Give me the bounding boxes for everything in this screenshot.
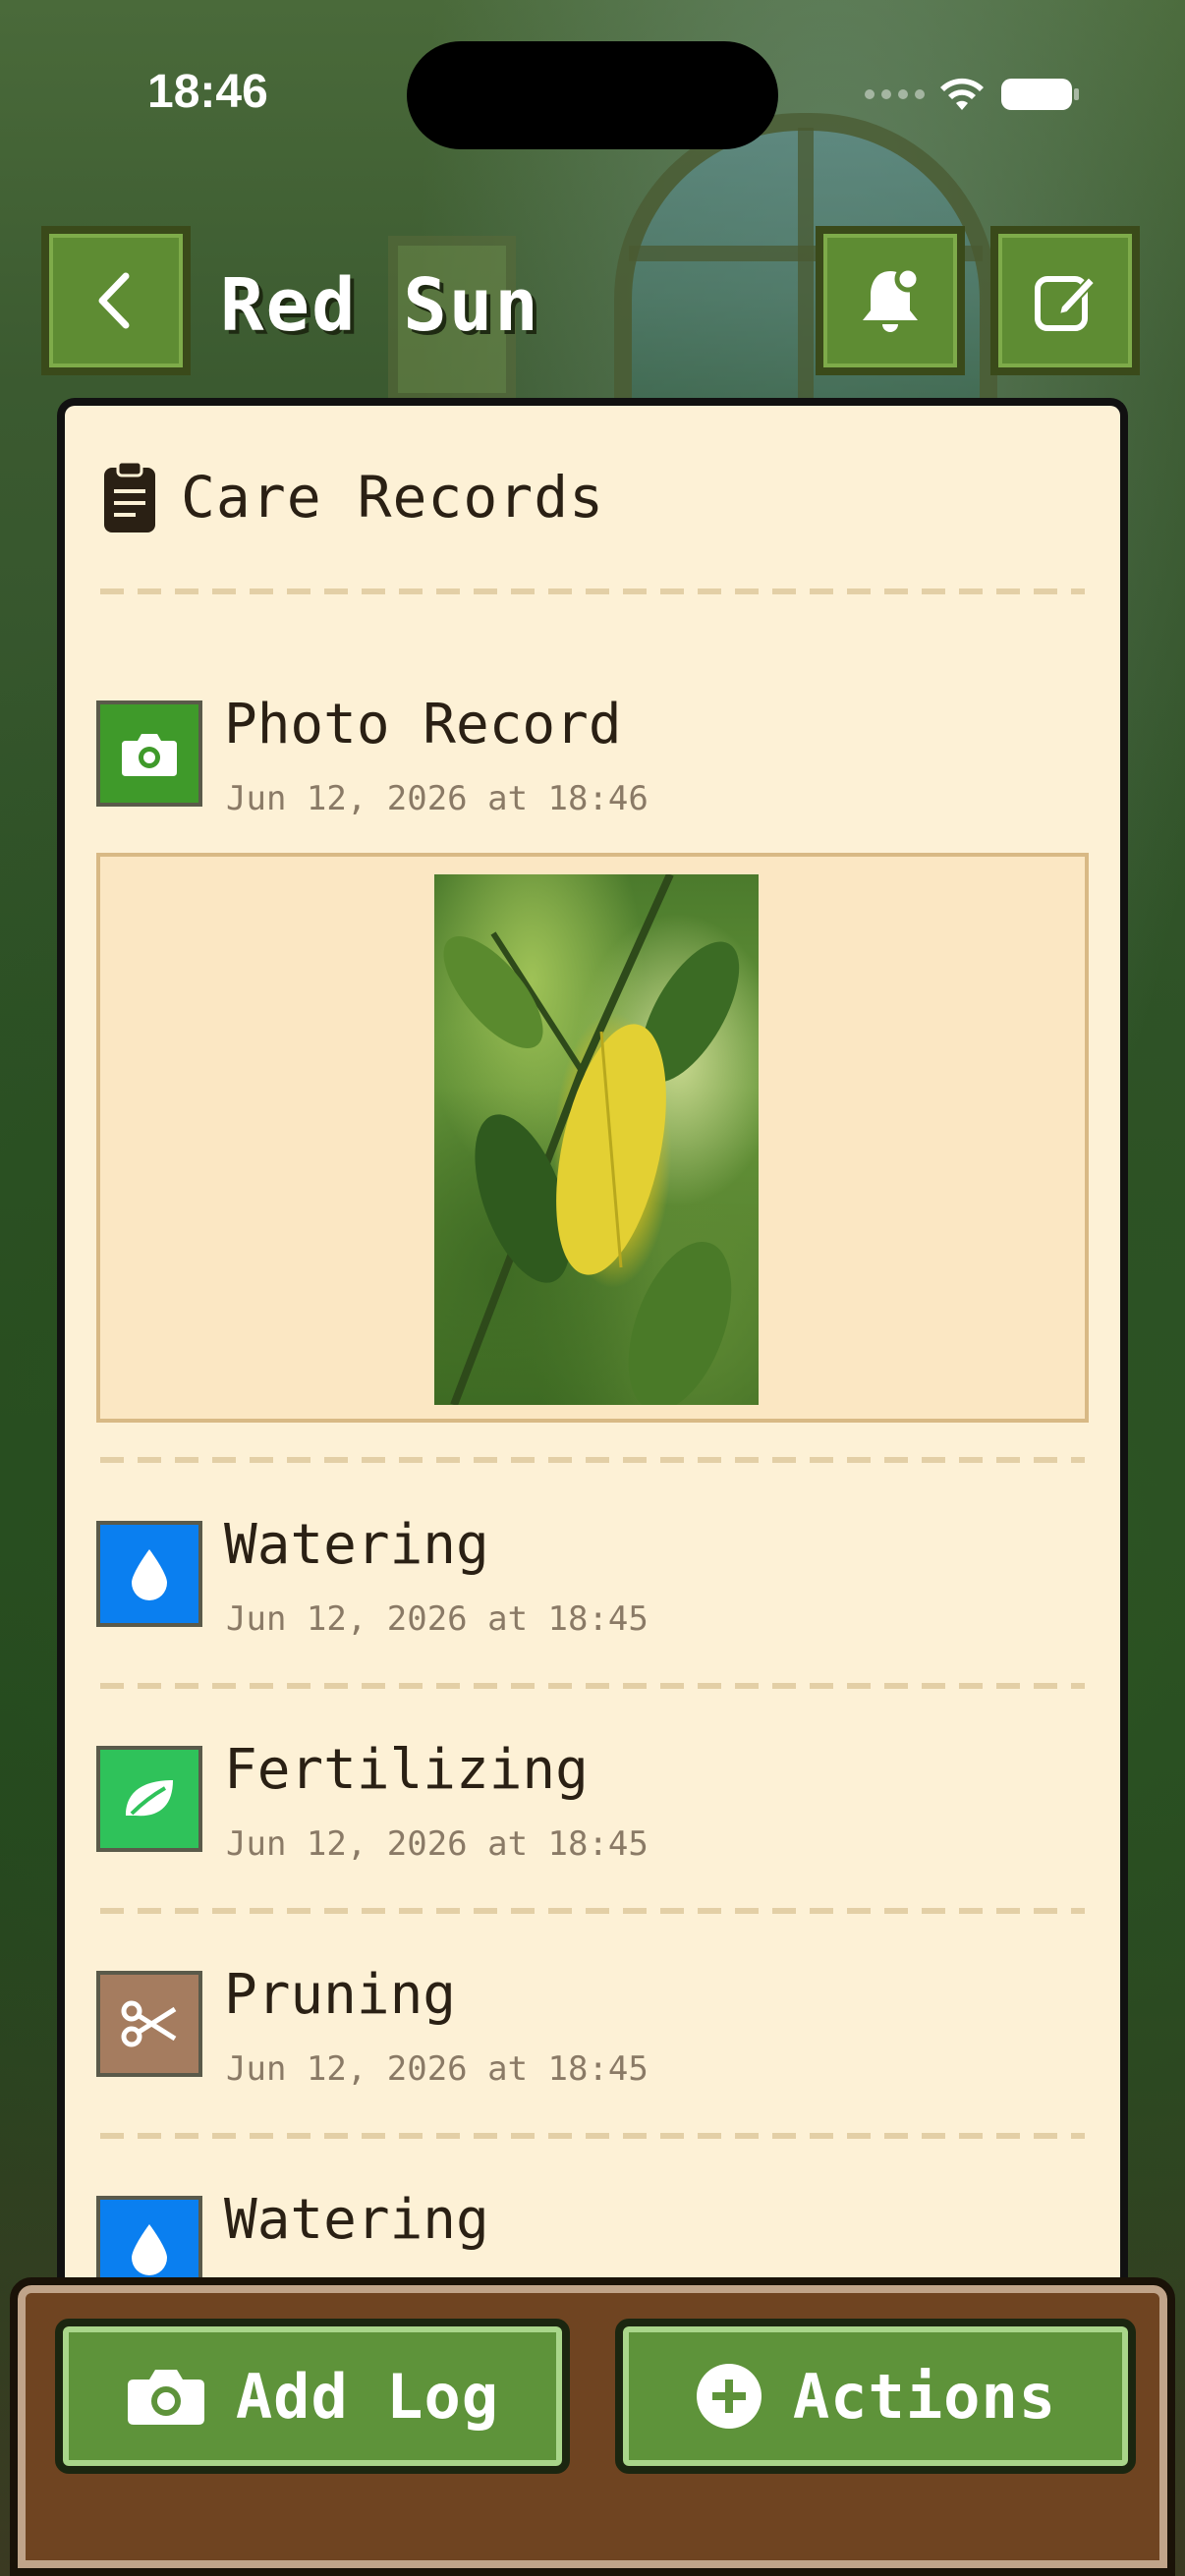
camera-icon xyxy=(127,2370,204,2425)
record-title: Pruning xyxy=(224,1963,457,2027)
signal-icon xyxy=(865,89,925,99)
plus-circle-icon xyxy=(696,2364,762,2429)
divider xyxy=(100,588,1085,594)
camera-icon xyxy=(122,734,177,776)
record-item[interactable]: Watering Jun 12, 2026 at 18:45 xyxy=(96,1513,1089,1639)
record-type-badge xyxy=(96,2196,202,2289)
page-title: Red Sun xyxy=(220,263,540,348)
reminder-button[interactable] xyxy=(816,226,965,375)
clipboard-icon xyxy=(104,460,155,532)
scissors-icon xyxy=(121,2000,177,2047)
edit-button[interactable] xyxy=(990,226,1140,375)
card-title: Care Records xyxy=(181,464,605,531)
record-date: Jun 12, 2026 at 18:46 xyxy=(226,779,649,818)
back-button[interactable] xyxy=(41,226,191,375)
card-header: Care Records xyxy=(102,460,604,534)
actions-label: Actions xyxy=(792,2360,1057,2433)
record-type-badge xyxy=(96,1521,202,1627)
water-drop-icon xyxy=(132,2224,167,2275)
record-type-badge xyxy=(96,1746,202,1852)
divider xyxy=(100,1457,1085,1463)
battery-icon xyxy=(1001,79,1079,110)
record-title: Fertilizing xyxy=(224,1738,589,1802)
status-icons xyxy=(865,75,1082,114)
record-photo-frame[interactable] xyxy=(96,853,1089,1423)
bell-badge-icon xyxy=(863,265,922,332)
record-title: Watering xyxy=(224,1513,489,1577)
record-title: Photo Record xyxy=(224,693,622,756)
record-item[interactable]: Photo Record Jun 12, 2026 at 18:46 xyxy=(96,693,1089,818)
record-item[interactable]: Watering xyxy=(96,2188,1089,2289)
water-drop-icon xyxy=(132,1549,167,1600)
plant-photo-drawing xyxy=(443,872,740,1411)
record-date: Jun 12, 2026 at 18:45 xyxy=(226,1824,649,1864)
care-records-card: Care Records Photo Record Jun 12, 2026 a… xyxy=(57,398,1128,2289)
divider xyxy=(100,1908,1085,1914)
divider xyxy=(100,2133,1085,2139)
record-date: Jun 12, 2026 at 18:45 xyxy=(226,1599,649,1639)
actions-button[interactable]: Actions xyxy=(615,2319,1136,2474)
record-item[interactable]: Fertilizing Jun 12, 2026 at 18:45 xyxy=(96,1738,1089,1864)
edit-icon xyxy=(1035,275,1097,331)
add-log-label: Add Log xyxy=(235,2360,500,2433)
status-time: 18:46 xyxy=(147,66,268,118)
record-type-badge xyxy=(96,700,202,807)
plant-photo[interactable] xyxy=(434,872,759,1411)
record-item[interactable]: Pruning Jun 12, 2026 at 18:45 xyxy=(96,1963,1089,2089)
add-log-button[interactable]: Add Log xyxy=(55,2319,570,2474)
chevron-left-icon xyxy=(98,272,130,329)
leaf-icon xyxy=(126,1780,173,1817)
background-window-bar xyxy=(798,128,814,413)
dynamic-island xyxy=(407,41,778,149)
record-date: Jun 12, 2026 at 18:45 xyxy=(226,2049,649,2089)
divider xyxy=(100,1683,1085,1689)
wifi-icon xyxy=(940,78,984,110)
record-type-badge xyxy=(96,1971,202,2077)
record-title: Watering xyxy=(224,2188,489,2252)
